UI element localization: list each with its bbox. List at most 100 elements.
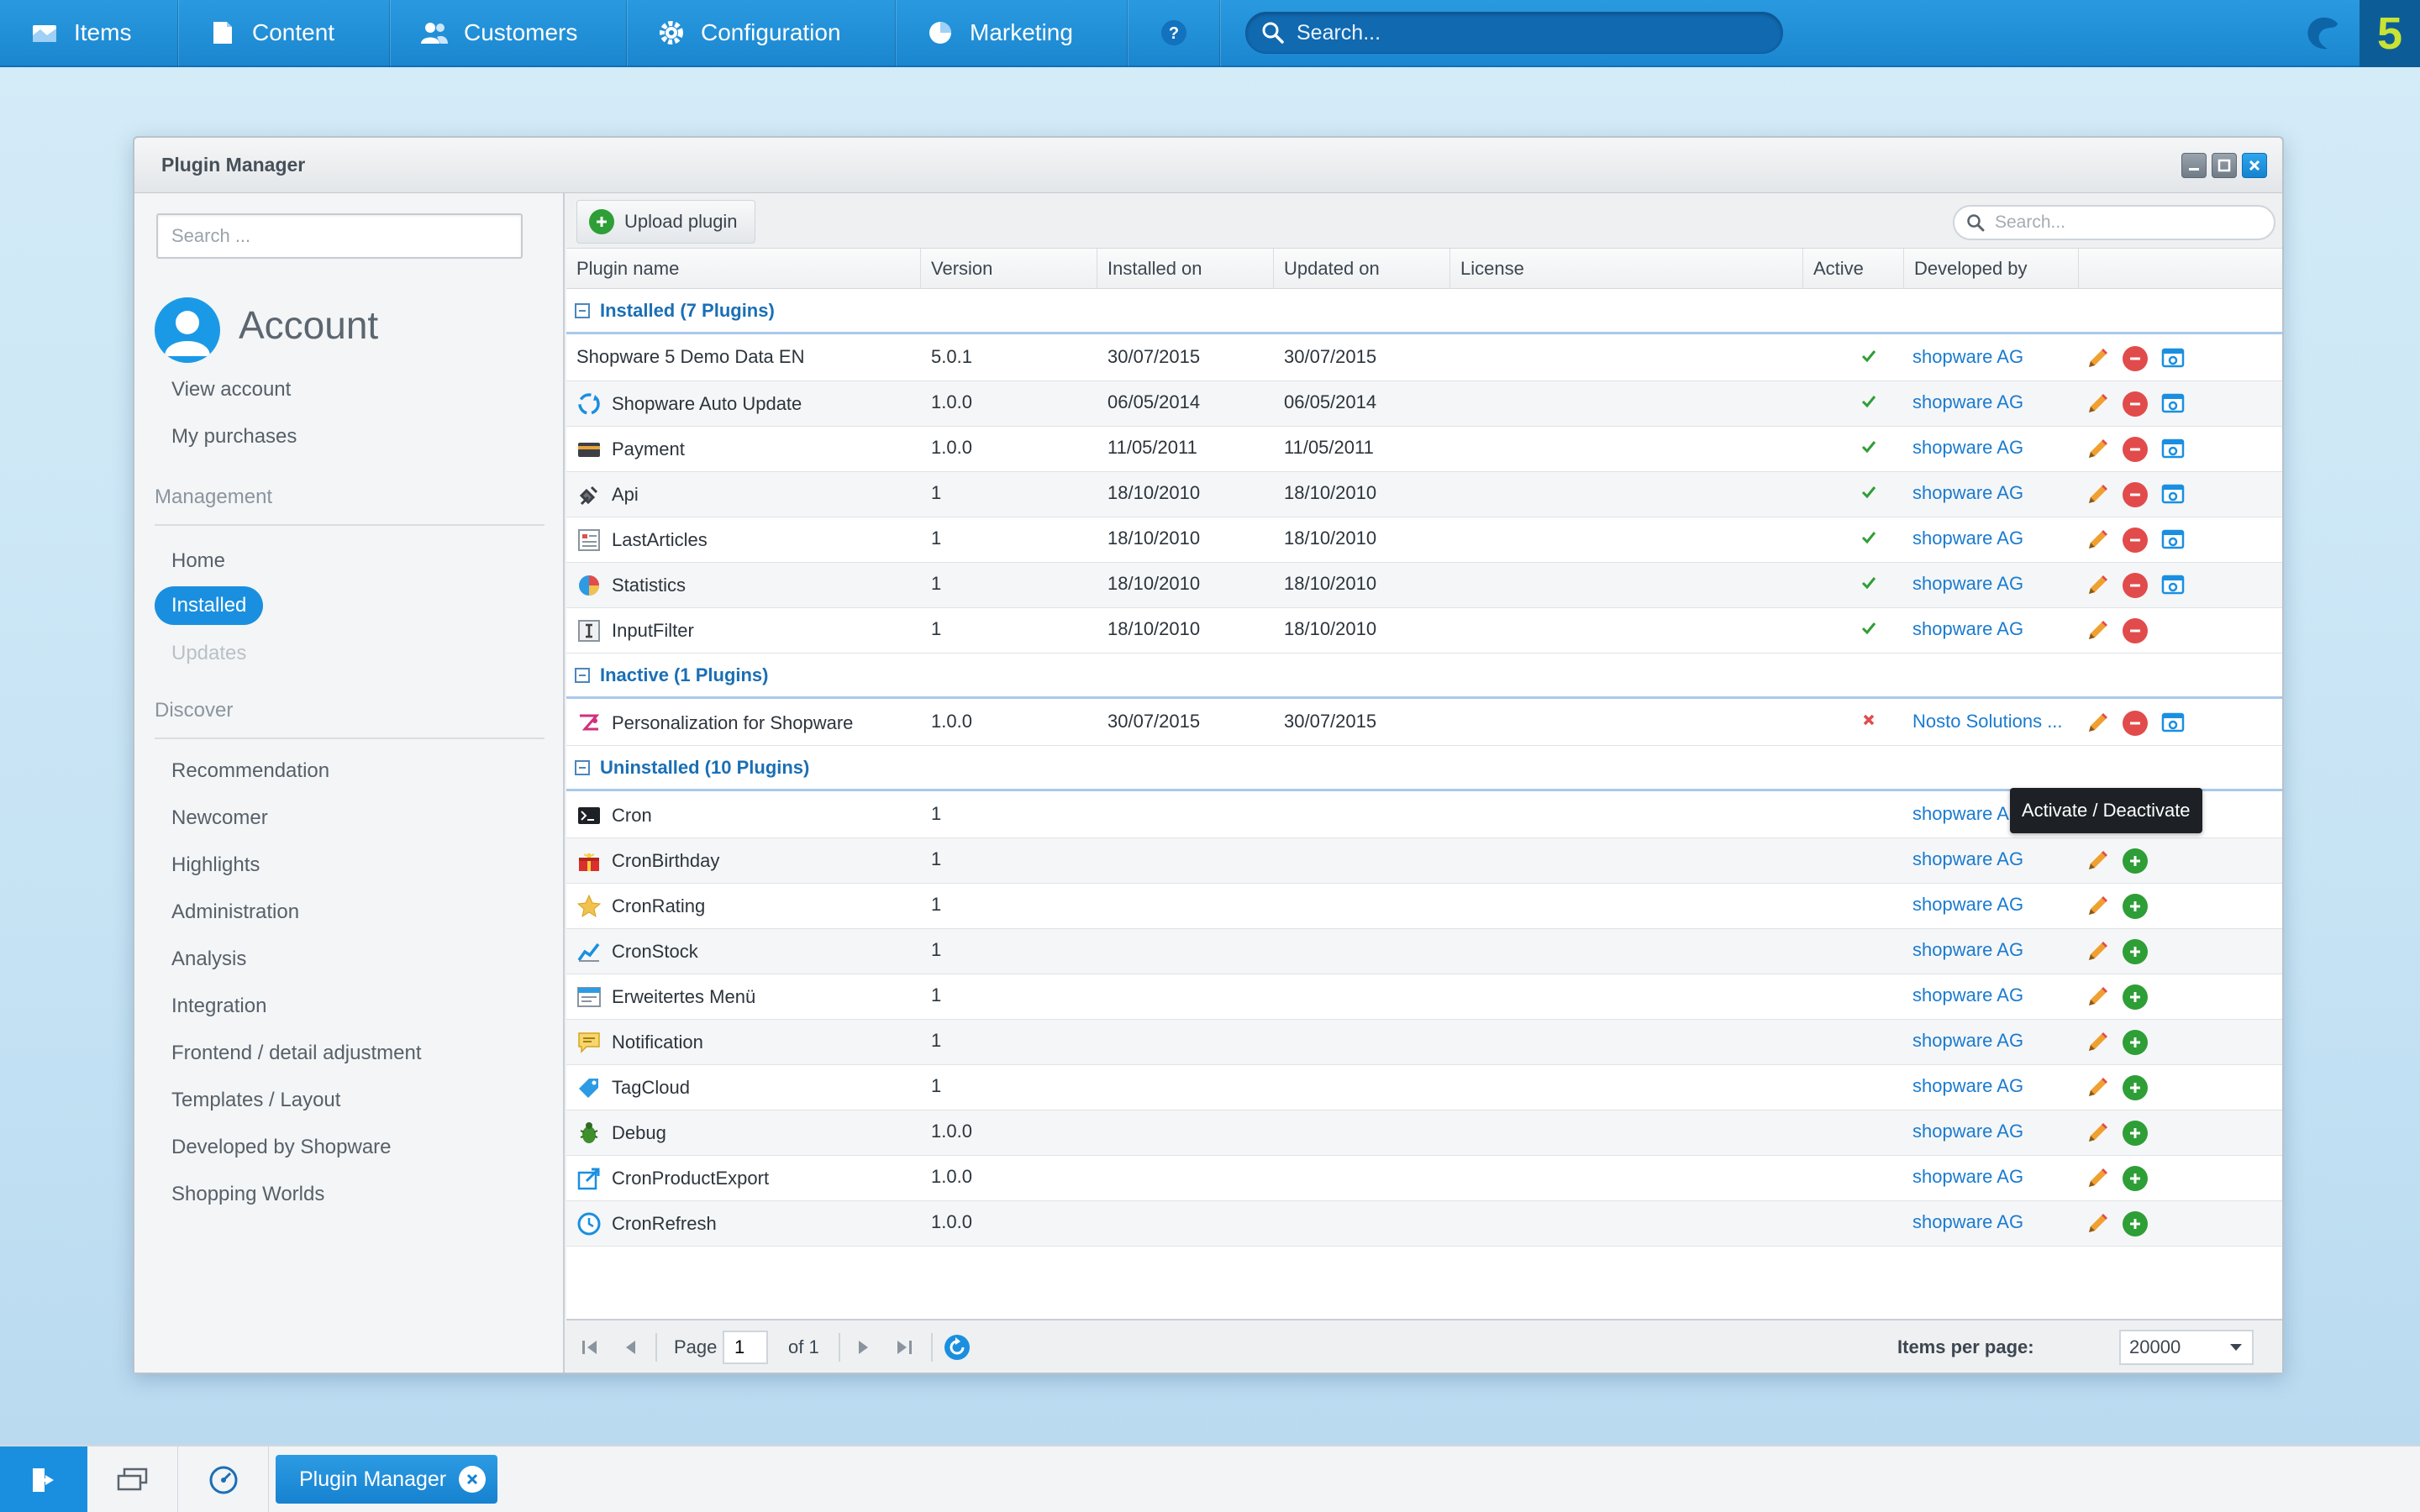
uninstall-minus-icon[interactable]: [2123, 391, 2148, 417]
uninstall-minus-icon[interactable]: [2123, 346, 2148, 371]
previous-page-button[interactable]: [618, 1320, 642, 1374]
table-row[interactable]: LastArticles 1 18/10/2010 18/10/2010 shopwar…: [566, 517, 2282, 563]
table-row[interactable]: InputFilter 1 18/10/2010 18/10/2010 shopware…: [566, 608, 2282, 654]
table-row[interactable]: CronBirthday 1 shopware AG: [566, 838, 2282, 884]
edit-pencil-icon[interactable]: [2084, 1120, 2111, 1147]
edit-pencil-icon[interactable]: [2084, 1165, 2111, 1192]
sidebar-link-templates[interactable]: Templates / Layout: [171, 1089, 340, 1112]
edit-pencil-icon[interactable]: [2084, 848, 2111, 874]
taskbar-tab-plugin-manager[interactable]: Plugin Manager: [276, 1455, 497, 1504]
column-license[interactable]: License: [1450, 249, 1803, 289]
page-number-field[interactable]: [723, 1320, 768, 1374]
close-tab-button[interactable]: [459, 1466, 486, 1493]
table-row[interactable]: TagCloud 1 shopware AG: [566, 1065, 2282, 1110]
developer-link[interactable]: shopware AG: [1912, 427, 2023, 472]
global-search[interactable]: [1245, 12, 1783, 54]
group-installed[interactable]: Installed (7 Plugins): [566, 289, 2282, 334]
install-plus-icon[interactable]: [2123, 1030, 2148, 1055]
grid-search[interactable]: [1953, 205, 2275, 240]
table-row[interactable]: CronRating 1 shopware AG: [566, 884, 2282, 929]
uninstall-minus-icon[interactable]: [2123, 528, 2148, 553]
install-plus-icon[interactable]: [2123, 984, 2148, 1010]
sidebar-search[interactable]: [156, 213, 523, 259]
developer-link[interactable]: shopware AG: [1912, 1110, 2023, 1156]
minimize-button[interactable]: [2181, 153, 2207, 178]
install-plus-icon[interactable]: [2123, 1075, 2148, 1100]
maximize-button[interactable]: [2212, 153, 2237, 178]
sidebar-link-administration[interactable]: Administration: [171, 900, 299, 924]
collapse-toggle-icon[interactable]: [575, 759, 590, 775]
active-check-icon[interactable]: [1844, 381, 1894, 427]
edit-pencil-icon[interactable]: [2084, 481, 2111, 508]
sidebar-link-my-purchases[interactable]: My purchases: [171, 425, 297, 449]
developer-link[interactable]: shopware AG: [1912, 1201, 2023, 1247]
sidebar-search-input[interactable]: [158, 215, 521, 257]
refresh-button[interactable]: [943, 1320, 971, 1374]
uninstall-minus-icon[interactable]: [2123, 573, 2148, 598]
configure-window-icon[interactable]: [2160, 436, 2186, 463]
developer-link[interactable]: shopware AG: [1912, 563, 2023, 608]
table-row[interactable]: Erweitertes Menü 1 shopware AG: [566, 974, 2282, 1020]
active-check-icon[interactable]: [1844, 427, 1894, 472]
uninstall-minus-icon[interactable]: [2123, 618, 2148, 643]
developer-link[interactable]: shopware AG: [1912, 793, 2023, 838]
global-search-input[interactable]: [1297, 20, 1767, 45]
configure-window-icon[interactable]: [2160, 345, 2186, 372]
table-row[interactable]: Statistics 1 18/10/2010 18/10/2010 shopware …: [566, 563, 2282, 608]
developer-link[interactable]: shopware AG: [1912, 381, 2023, 427]
close-button[interactable]: [2242, 153, 2267, 178]
group-uninstalled[interactable]: Uninstalled (10 Plugins): [566, 746, 2282, 791]
configure-window-icon[interactable]: [2160, 710, 2186, 737]
sidebar-link-developed-by-shopware[interactable]: Developed by Shopware: [171, 1136, 392, 1159]
active-check-icon[interactable]: [1844, 472, 1894, 517]
configure-window-icon[interactable]: [2160, 391, 2186, 417]
developer-link[interactable]: shopware AG: [1912, 929, 2023, 974]
table-row[interactable]: Debug 1.0.0 shopware AG: [566, 1110, 2282, 1156]
column-installed-on[interactable]: Installed on: [1097, 249, 1274, 289]
nav-items[interactable]: Items: [0, 0, 178, 66]
nav-configuration[interactable]: Configuration: [627, 0, 896, 66]
developer-link[interactable]: shopware AG: [1912, 838, 2023, 884]
edit-pencil-icon[interactable]: [2084, 436, 2111, 463]
collapse-toggle-icon[interactable]: [575, 667, 590, 683]
page-number-input[interactable]: [723, 1331, 768, 1364]
configure-window-icon[interactable]: [2160, 481, 2186, 508]
edit-pencil-icon[interactable]: [2084, 984, 2111, 1011]
edit-pencil-icon[interactable]: [2084, 1029, 2111, 1056]
table-row[interactable]: Notification 1 shopware AG: [566, 1020, 2282, 1065]
install-plus-icon[interactable]: [2123, 894, 2148, 919]
developer-link[interactable]: shopware AG: [1912, 608, 2023, 654]
edit-pencil-icon[interactable]: [2084, 1210, 2111, 1237]
edit-pencil-icon[interactable]: [2084, 345, 2111, 372]
last-page-button[interactable]: [892, 1320, 916, 1374]
table-row[interactable]: Personalization for Shopware 1.0.0 30/07/2…: [566, 701, 2282, 746]
table-row[interactable]: Payment 1.0.0 11/05/2011 11/05/2011 shopware…: [566, 427, 2282, 472]
column-developed-by[interactable]: Developed by: [1904, 249, 2079, 289]
sidebar-link-analysis[interactable]: Analysis: [171, 948, 246, 971]
sidebar-link-integration[interactable]: Integration: [171, 995, 266, 1018]
edit-pencil-icon[interactable]: [2084, 938, 2111, 965]
developer-link[interactable]: shopware AG: [1912, 517, 2023, 563]
active-check-icon[interactable]: [1844, 517, 1894, 563]
table-row[interactable]: Shopware Auto Update 1.0.0 06/05/2014 06/05…: [566, 381, 2282, 427]
edit-pencil-icon[interactable]: [2084, 527, 2111, 554]
edit-pencil-icon[interactable]: [2084, 893, 2111, 920]
column-plugin-name[interactable]: Plugin name: [566, 249, 921, 289]
dashboard-button[interactable]: [178, 1446, 269, 1512]
developer-link[interactable]: shopware AG: [1912, 1065, 2023, 1110]
uninstall-minus-icon[interactable]: [2123, 711, 2148, 736]
install-plus-icon[interactable]: [2123, 1121, 2148, 1146]
nav-marketing[interactable]: Marketing: [896, 0, 1128, 66]
logout-button[interactable]: [0, 1446, 87, 1512]
edit-pencil-icon[interactable]: [2084, 617, 2111, 644]
column-updated-on[interactable]: Updated on: [1274, 249, 1450, 289]
column-version[interactable]: Version: [921, 249, 1097, 289]
inactive-x-icon[interactable]: [1844, 701, 1894, 746]
help-button[interactable]: ?: [1128, 0, 1220, 66]
uninstall-minus-icon[interactable]: [2123, 482, 2148, 507]
nav-customers[interactable]: Customers: [390, 0, 627, 66]
developer-link[interactable]: shopware AG: [1912, 884, 2023, 929]
install-plus-icon[interactable]: [2123, 1211, 2148, 1236]
table-row[interactable]: Shopware 5 Demo Data EN 5.0.1 30/07/2015 30…: [566, 336, 2282, 381]
install-plus-icon[interactable]: [2123, 1166, 2148, 1191]
